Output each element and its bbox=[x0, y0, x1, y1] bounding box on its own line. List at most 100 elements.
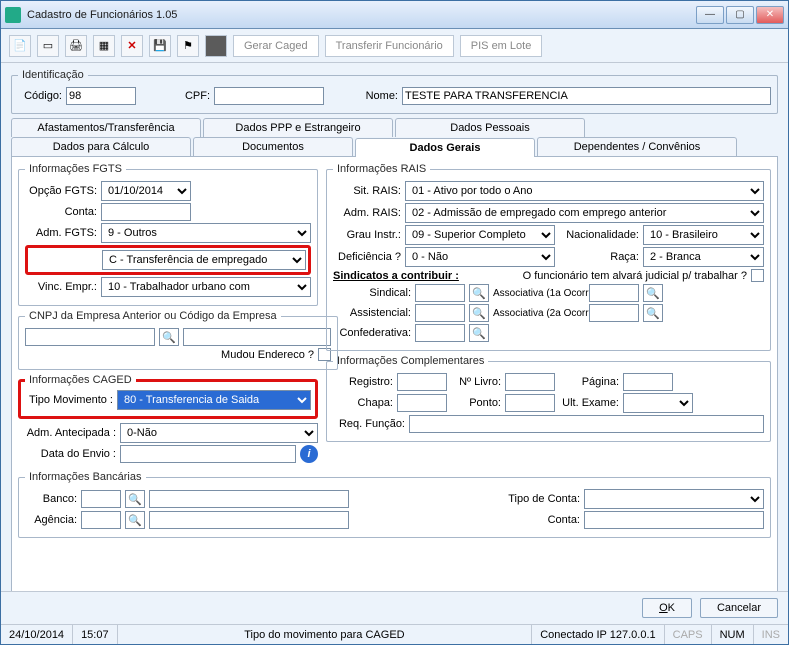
tipo-movimento-select[interactable]: 80 - Transferencia de Saida bbox=[117, 390, 311, 410]
cnpj-desc-input[interactable] bbox=[183, 328, 331, 346]
confederativa-label: Confederativa: bbox=[333, 327, 411, 339]
identificacao-group: Identificação Código: CPF: Nome: bbox=[11, 69, 778, 114]
bancarias-group: Informações Bancárias Banco: 🔍 Tipo de C… bbox=[18, 471, 771, 538]
assoc1-input[interactable] bbox=[589, 284, 639, 302]
ult-exame-select[interactable] bbox=[623, 393, 693, 413]
tool-print-icon[interactable]: 🖨 bbox=[65, 35, 87, 57]
status-time: 15:07 bbox=[73, 625, 118, 644]
raca-select[interactable]: 2 - Branca bbox=[643, 247, 764, 267]
ok-button[interactable]: OK bbox=[642, 598, 692, 618]
data-envio-input[interactable] bbox=[120, 445, 296, 463]
assistencial-label: Assistencial: bbox=[333, 307, 411, 319]
codigo-label: Código: bbox=[18, 90, 62, 102]
banco-desc-input[interactable] bbox=[149, 490, 349, 508]
alvara-checkbox[interactable] bbox=[751, 269, 764, 282]
opcao-fgts-label: Opção FGTS: bbox=[25, 185, 97, 197]
tool-delete-icon[interactable]: ✕ bbox=[121, 35, 143, 57]
assoc2-search-icon[interactable]: 🔍 bbox=[643, 304, 663, 322]
assistencial-search-icon[interactable]: 🔍 bbox=[469, 304, 489, 322]
assoc2-input[interactable] bbox=[589, 304, 639, 322]
cnpj-search-icon[interactable]: 🔍 bbox=[159, 328, 179, 346]
pagina-input[interactable] bbox=[623, 373, 673, 391]
sindical-search-icon[interactable]: 🔍 bbox=[469, 284, 489, 302]
tool-new-icon[interactable]: 📄 bbox=[9, 35, 31, 57]
info-icon[interactable]: i bbox=[300, 445, 318, 463]
tab-gerais[interactable]: Dados Gerais bbox=[355, 138, 535, 157]
nacionalidade-select[interactable]: 10 - Brasileiro bbox=[643, 225, 764, 245]
assoc2-label: Associativa (2a Ocorrencia): bbox=[493, 308, 585, 319]
agencia-desc-input[interactable] bbox=[149, 511, 349, 529]
vinc-empr-select[interactable]: 10 - Trabalhador urbano com bbox=[101, 277, 311, 297]
caged-legend: Informações CAGED bbox=[25, 374, 136, 386]
nome-input[interactable] bbox=[402, 87, 771, 105]
tab-pessoais[interactable]: Dados Pessoais bbox=[395, 118, 585, 137]
data-envio-label: Data do Envio : bbox=[18, 448, 116, 460]
tool-blank-icon[interactable]: ▭ bbox=[37, 35, 59, 57]
ult-exame-label: Ult. Exame: bbox=[559, 397, 619, 409]
tool-flag-icon[interactable]: ⚑ bbox=[177, 35, 199, 57]
tab-afastamentos[interactable]: Afastamentos/Transferência bbox=[11, 118, 201, 137]
adm-rais-select[interactable]: 02 - Admissão de empregado com emprego a… bbox=[405, 203, 764, 223]
sindical-input[interactable] bbox=[415, 284, 465, 302]
maximize-button[interactable]: ▢ bbox=[726, 6, 754, 24]
tipo-conta-label: Tipo de Conta: bbox=[496, 493, 580, 505]
nome-label: Nome: bbox=[348, 90, 398, 102]
tool-dark-icon[interactable] bbox=[205, 35, 227, 57]
fgts-group: Informações FGTS Opção FGTS: 01/10/2014 … bbox=[18, 163, 318, 306]
tool-grid-icon[interactable]: ▦ bbox=[93, 35, 115, 57]
assoc1-search-icon[interactable]: 🔍 bbox=[643, 284, 663, 302]
sit-rais-label: Sit. RAIS: bbox=[333, 185, 401, 197]
status-num: NUM bbox=[712, 625, 754, 644]
conta-banco-input[interactable] bbox=[584, 511, 764, 529]
banco-input[interactable] bbox=[81, 490, 121, 508]
opcao-fgts-select[interactable]: 01/10/2014 bbox=[101, 181, 191, 201]
adm-fgts-select[interactable]: 9 - Outros bbox=[101, 223, 311, 243]
ponto-input[interactable] bbox=[505, 394, 555, 412]
codigo-input[interactable] bbox=[66, 87, 136, 105]
fgts-legend: Informações FGTS bbox=[25, 163, 126, 175]
registro-input[interactable] bbox=[397, 373, 447, 391]
confederativa-input[interactable] bbox=[415, 324, 465, 342]
raca-label: Raça: bbox=[559, 251, 639, 263]
banco-search-icon[interactable]: 🔍 bbox=[125, 490, 145, 508]
sindicatos-link[interactable]: Sindicatos a contribuir : bbox=[333, 270, 459, 282]
close-button[interactable]: ✕ bbox=[756, 6, 784, 24]
statusbar: 24/10/2014 15:07 Tipo do movimento para … bbox=[1, 624, 788, 644]
status-date: 24/10/2014 bbox=[1, 625, 73, 644]
tab-ppp[interactable]: Dados PPP e Estrangeiro bbox=[203, 118, 393, 137]
confederativa-search-icon[interactable]: 🔍 bbox=[469, 324, 489, 342]
pis-em-lote-button[interactable]: PIS em Lote bbox=[460, 35, 543, 57]
cnpj-input[interactable] bbox=[25, 328, 155, 346]
conta-fgts-input[interactable] bbox=[101, 203, 191, 221]
tab-calculo[interactable]: Dados para Cálculo bbox=[11, 137, 191, 156]
grau-instr-select[interactable]: 09 - Superior Completo bbox=[405, 225, 555, 245]
tab-documentos[interactable]: Documentos bbox=[193, 137, 353, 156]
tab-dependentes[interactable]: Dependentes / Convênios bbox=[537, 137, 737, 156]
rais-group: Informações RAIS Sit. RAIS: 01 - Ativo p… bbox=[326, 163, 771, 351]
cnpj-group: CNPJ da Empresa Anterior ou Código da Em… bbox=[18, 310, 338, 370]
deficiencia-label: Deficiência ? bbox=[333, 251, 401, 263]
gerar-caged-button[interactable]: Gerar Caged bbox=[233, 35, 319, 57]
chapa-label: Chapa: bbox=[333, 397, 393, 409]
agencia-input[interactable] bbox=[81, 511, 121, 529]
chapa-input[interactable] bbox=[397, 394, 447, 412]
adm-antecipada-select[interactable]: 0-Não bbox=[120, 423, 318, 443]
deficiencia-select[interactable]: 0 - Não bbox=[405, 247, 555, 267]
livro-input[interactable] bbox=[505, 373, 555, 391]
status-ins: INS bbox=[754, 625, 788, 644]
transferencia-select[interactable]: C - Transferência de empregado bbox=[102, 250, 306, 270]
req-funcao-input[interactable] bbox=[409, 415, 764, 433]
alvara-label: O funcionário tem alvará judicial p/ tra… bbox=[523, 270, 747, 282]
toolbar: 📄 ▭ 🖨 ▦ ✕ 💾 ⚑ Gerar Caged Transferir Fun… bbox=[1, 29, 788, 63]
sit-rais-select[interactable]: 01 - Ativo por todo o Ano bbox=[405, 181, 764, 201]
transferir-funcionario-button[interactable]: Transferir Funcionário bbox=[325, 35, 454, 57]
minimize-button[interactable]: — bbox=[696, 6, 724, 24]
tipo-mov-label: Tipo Movimento : bbox=[25, 394, 113, 406]
tool-save-icon[interactable]: 💾 bbox=[149, 35, 171, 57]
window-title: Cadastro de Funcionários 1.05 bbox=[27, 9, 696, 21]
agencia-search-icon[interactable]: 🔍 bbox=[125, 511, 145, 529]
cancel-button[interactable]: Cancelar bbox=[700, 598, 778, 618]
cpf-input[interactable] bbox=[214, 87, 324, 105]
assistencial-input[interactable] bbox=[415, 304, 465, 322]
tipo-conta-select[interactable] bbox=[584, 489, 764, 509]
